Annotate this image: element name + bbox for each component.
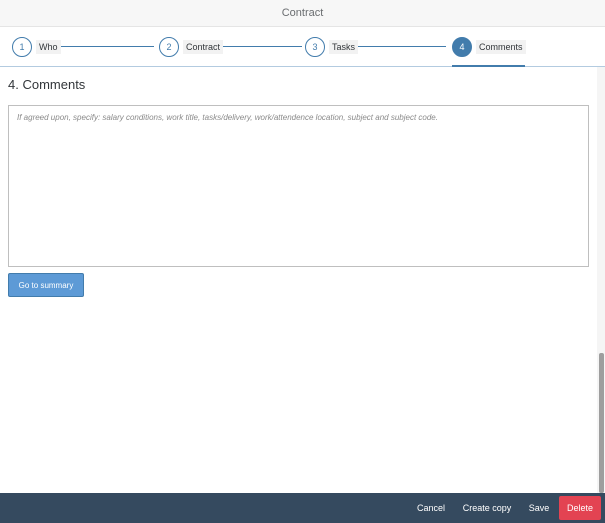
wizard-step-who[interactable]: 1 Who	[12, 37, 61, 57]
save-button[interactable]: Save	[523, 493, 555, 523]
step-number: 3	[305, 37, 325, 57]
step-connector	[357, 46, 446, 47]
footer-toolbar: Cancel Create copy Save Delete	[0, 493, 605, 523]
delete-button[interactable]: Delete	[559, 496, 601, 520]
step-label: Contract	[183, 40, 224, 54]
step-number: 2	[159, 37, 179, 57]
create-copy-button[interactable]: Create copy	[457, 493, 517, 523]
step-label: Comments	[476, 40, 526, 54]
go-to-summary-button[interactable]: Go to summary	[8, 273, 84, 297]
step-label: Who	[36, 40, 61, 54]
step-number: 1	[12, 37, 32, 57]
section-title: 4. Comments	[8, 77, 86, 92]
step-connector	[61, 46, 154, 47]
scrollbar-thumb[interactable]	[599, 353, 604, 493]
wizard-step-contract[interactable]: 2 Contract	[159, 37, 224, 57]
wizard-step-tasks[interactable]: 3 Tasks	[305, 37, 359, 57]
active-step-indicator	[452, 65, 525, 67]
wizard-progress: 1 Who 2 Contract 3 Tasks 4 Comments	[0, 27, 605, 67]
step-label: Tasks	[329, 40, 359, 54]
step-connector	[222, 46, 302, 47]
page-header: Contract	[0, 0, 605, 27]
cancel-button[interactable]: Cancel	[410, 493, 452, 523]
wizard-step-comments[interactable]: 4 Comments	[452, 37, 526, 57]
comments-textarea[interactable]	[8, 105, 589, 267]
page-title: Contract	[281, 7, 324, 19]
step-number: 4	[452, 37, 472, 57]
